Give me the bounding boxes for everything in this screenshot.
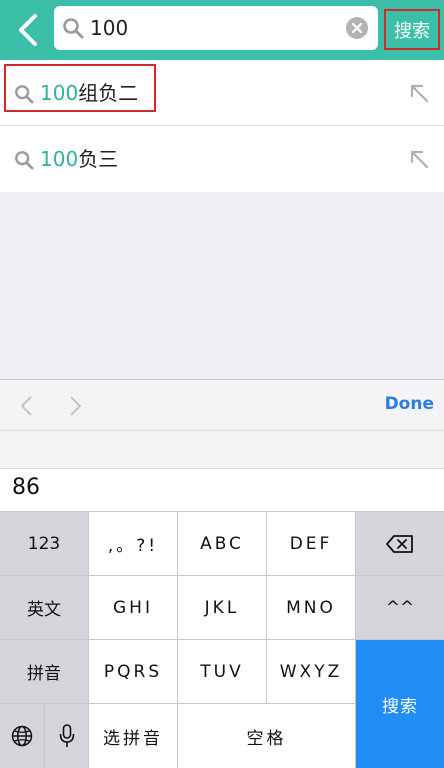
search-input[interactable] [90,12,330,44]
search-box [54,6,378,50]
key-select-pinyin[interactable]: 选拼音 [89,704,177,768]
back-button[interactable] [6,8,50,52]
chevron-right-icon[interactable] [60,392,88,420]
key-english[interactable]: 英文 [0,576,88,639]
suggestion-text: 100组负二 [40,60,138,126]
keyboard-toolbar: Done [0,379,444,431]
search-icon [63,18,84,39]
key-jkl[interactable]: JKL [178,576,266,639]
search-icon [15,151,34,170]
key-ghi[interactable]: GHI [89,576,177,639]
key-abc[interactable]: ABC [178,512,266,575]
suggestion-list: 100组负二 100负三 [0,60,444,192]
key-emoticon[interactable]: ^^ [356,576,444,639]
suggestion-text: 100负三 [40,126,118,192]
backspace-icon [386,534,413,553]
key-pqrs[interactable]: PQRS [89,640,177,703]
chevron-left-icon[interactable] [14,392,42,420]
microphone-key[interactable] [45,704,88,768]
search-header: 搜索 [0,0,444,60]
keyboard: 123 ,。?! ABC DEF 英文 GHI JKL MNO ^^ 拼音 PQ… [0,511,444,768]
suggestion-highlight: 100 [40,147,79,171]
close-icon [352,23,362,33]
keyboard-spacer [0,431,444,469]
arrow-up-left-icon[interactable] [408,148,430,170]
chevron-left-icon [19,14,37,46]
candidate-bar: 86 [0,469,444,511]
globe-key[interactable] [0,704,44,768]
key-punctuation[interactable]: ,。?! [89,512,177,575]
key-pinyin[interactable]: 拼音 [0,640,88,703]
done-button[interactable]: Done [385,394,434,414]
suggestion-rest: 负三 [78,147,119,171]
key-wxyz[interactable]: WXYZ [267,640,355,703]
suggestion-item[interactable]: 100组负二 [0,60,444,126]
clear-button[interactable] [346,17,368,39]
search-go-key[interactable]: 搜索 [356,640,444,768]
suggestion-item[interactable]: 100负三 [0,126,444,192]
key-numbers[interactable]: 123 [0,512,88,575]
suggestion-rest: 组负二 [78,81,139,105]
candidate-word[interactable]: 86 [12,475,40,500]
backspace-key[interactable] [356,512,444,575]
search-submit-button[interactable]: 搜索 [384,9,440,50]
space-key[interactable]: 空格 [178,704,355,768]
globe-icon [11,725,33,747]
key-tuv[interactable]: TUV [178,640,266,703]
suggestion-highlight: 100 [40,81,79,105]
microphone-icon [59,724,74,747]
search-icon [15,85,34,104]
key-mno[interactable]: MNO [267,576,355,639]
arrow-up-left-icon[interactable] [408,82,430,104]
screen: 搜索 100组负二 100负三 [0,0,444,768]
key-def[interactable]: DEF [267,512,355,575]
